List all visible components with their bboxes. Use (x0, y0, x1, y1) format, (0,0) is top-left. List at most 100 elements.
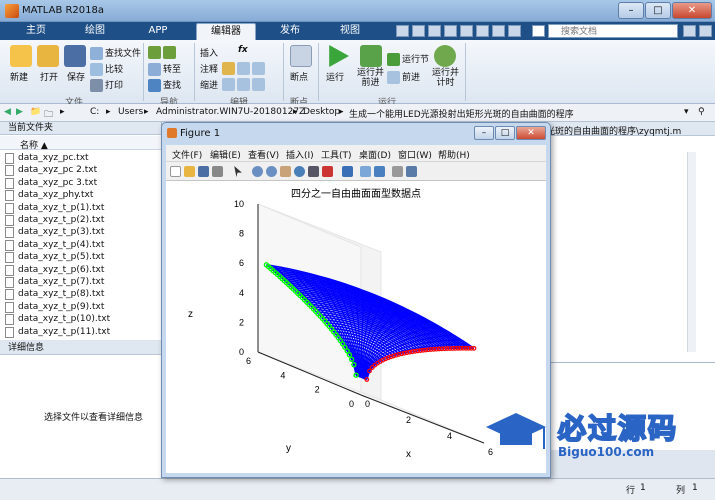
indent-tools-icon[interactable] (222, 78, 267, 91)
file-list-item[interactable]: data_xyz_pc 2.txt (5, 165, 97, 177)
menu-insert[interactable]: 插入(I) (286, 148, 314, 161)
undo-quick-icon[interactable] (460, 25, 473, 37)
name-column-header[interactable]: 名称 ▲ (0, 136, 162, 151)
show-plot-tools-icon[interactable] (406, 166, 417, 177)
open-file-icon[interactable] (184, 166, 195, 177)
file-list-item[interactable]: data_xyz_pc.txt (5, 153, 89, 165)
file-list-item[interactable]: data_xyz_t_p(8).txt (5, 289, 104, 301)
browse-folder-icon[interactable]: 🗀 (44, 107, 53, 123)
breakpoints-button[interactable]: 断点 (290, 70, 308, 83)
comment-button[interactable]: 注释 (200, 62, 218, 75)
insert-colorbar-icon[interactable] (360, 166, 371, 177)
save-quick-icon[interactable] (396, 25, 409, 37)
search-documentation-input[interactable] (548, 24, 678, 38)
pan-icon[interactable] (280, 166, 291, 177)
fx-button[interactable]: fx (238, 45, 248, 55)
nav-back-icon[interactable] (148, 46, 178, 59)
text-file-icon (5, 289, 14, 301)
open-button[interactable]: 打开 (40, 70, 58, 83)
advance-icon (387, 71, 400, 84)
file-list-item[interactable]: data_xyz_t_p(2).txt (5, 215, 104, 227)
comment-tools-icon[interactable] (222, 62, 267, 75)
search-folder-icon[interactable]: ⚲ (698, 107, 705, 117)
file-list-item[interactable]: data_xyz_t_p(3).txt (5, 227, 104, 239)
new-figure-icon[interactable] (170, 166, 181, 177)
run-and-time-button[interactable]: 运行并 计时 (432, 68, 459, 88)
brush-icon[interactable] (322, 166, 333, 177)
file-list-item[interactable]: data_xyz_t_p(7).txt (5, 277, 104, 289)
goto-button[interactable]: 转至 (148, 62, 181, 76)
path-segment[interactable]: Desktop (303, 107, 340, 117)
edit-plot-icon[interactable] (234, 166, 242, 177)
cut-quick-icon[interactable] (412, 25, 425, 37)
data-cursor-icon[interactable] (308, 166, 319, 177)
menu-help[interactable]: 帮助(H) (438, 148, 470, 161)
menu-tools[interactable]: 工具(T) (321, 148, 352, 161)
insert-button[interactable]: 插入 (200, 46, 218, 59)
file-list-item[interactable]: data_xyz_t_p(4).txt (5, 239, 104, 252)
zoom-in-icon[interactable] (252, 166, 263, 177)
menu-file[interactable]: 文件(F) (172, 148, 202, 161)
zoom-out-icon[interactable] (266, 166, 277, 177)
figure-minimize-button[interactable]: – (474, 126, 494, 140)
tab-home[interactable]: 主页 (14, 23, 58, 40)
menu-window[interactable]: 窗口(W) (398, 148, 432, 161)
forward-icon[interactable]: ▶ (16, 107, 23, 117)
up-folder-icon[interactable]: 📁 (30, 107, 41, 117)
tab-publish[interactable]: 发布 (268, 23, 312, 40)
paste-quick-icon[interactable] (444, 25, 457, 37)
path-segment[interactable]: Users (118, 107, 143, 117)
file-list-item[interactable]: data_xyz_t_p(1).txt (5, 202, 104, 215)
recent-folder-icon[interactable]: ▸ (60, 107, 65, 117)
advance-button[interactable]: 前进 (387, 70, 420, 84)
redo-quick-icon[interactable] (476, 25, 489, 37)
editor-scrollbar[interactable] (687, 152, 696, 352)
new-button[interactable]: 新建 (10, 70, 28, 83)
insert-legend-icon[interactable] (374, 166, 385, 177)
compare-button[interactable]: 比较 (90, 62, 123, 76)
tab-plots[interactable]: 绘图 (73, 23, 117, 40)
search-icon[interactable] (683, 25, 696, 37)
file-list-item[interactable]: data_xyz_phy.txt (5, 190, 93, 202)
save-figure-icon[interactable] (198, 166, 209, 177)
path-segment[interactable]: C: (90, 107, 99, 117)
help-quick-icon[interactable] (508, 25, 521, 37)
file-list-item[interactable]: data_xyz_t_p(6).txt (5, 264, 104, 277)
path-segment[interactable]: Administrator.WIN7U-20180127Z (156, 107, 305, 117)
file-list-item[interactable]: data_xyz_t_p(10).txt (5, 314, 110, 326)
maximize-button[interactable]: □ (645, 2, 671, 19)
run-section-button[interactable]: 运行节 (387, 52, 429, 66)
hide-plot-tools-icon[interactable] (392, 166, 403, 177)
figure-maximize-button[interactable]: □ (495, 126, 515, 140)
file-list-item[interactable]: data_xyz_t_p(9).txt (5, 301, 104, 314)
figure-close-button[interactable]: ✕ (516, 126, 546, 140)
link-plot-icon[interactable] (342, 166, 353, 177)
run-button[interactable]: 运行 (326, 70, 344, 83)
help-icon[interactable] (532, 25, 545, 37)
find-button[interactable]: 查找 (148, 78, 181, 92)
file-list-item[interactable]: data_xyz_t_p(11).txt (5, 326, 110, 339)
file-list-item[interactable]: data_xyz_pc 3.txt (5, 177, 97, 190)
menu-view[interactable]: 查看(V) (248, 148, 279, 161)
menu-desktop[interactable]: 桌面(D) (359, 148, 391, 161)
switch-window-icon[interactable] (492, 25, 505, 37)
path-segment[interactable]: 生成一个能用LED光源投射出矩形光斑的自由曲面的程序 (349, 107, 574, 120)
file-list-item[interactable]: data_xyz_t_p(5).txt (5, 252, 104, 264)
find-files-button[interactable]: 查找文件 (90, 46, 141, 60)
back-icon[interactable]: ◀ (4, 107, 11, 117)
minimize-button[interactable]: – (618, 2, 644, 19)
save-button[interactable]: 保存 (67, 70, 85, 83)
indent-button[interactable]: 缩进 (200, 78, 218, 91)
menu-edit[interactable]: 编辑(E) (210, 148, 241, 161)
tab-apps[interactable]: APP (138, 23, 178, 40)
close-button[interactable]: ✕ (672, 2, 712, 19)
print-button[interactable]: 打印 (90, 78, 123, 92)
rotate-3d-icon[interactable] (294, 166, 305, 177)
path-dropdown-icon[interactable]: ▾ (684, 107, 689, 117)
tab-editor[interactable]: 编辑器 (196, 23, 256, 40)
print-figure-icon[interactable] (212, 166, 223, 177)
run-advance-button[interactable]: 运行并 前进 (357, 68, 384, 88)
copy-quick-icon[interactable] (428, 25, 441, 37)
tab-view[interactable]: 视图 (328, 23, 372, 40)
ribbon-collapse-icon[interactable] (699, 25, 712, 37)
